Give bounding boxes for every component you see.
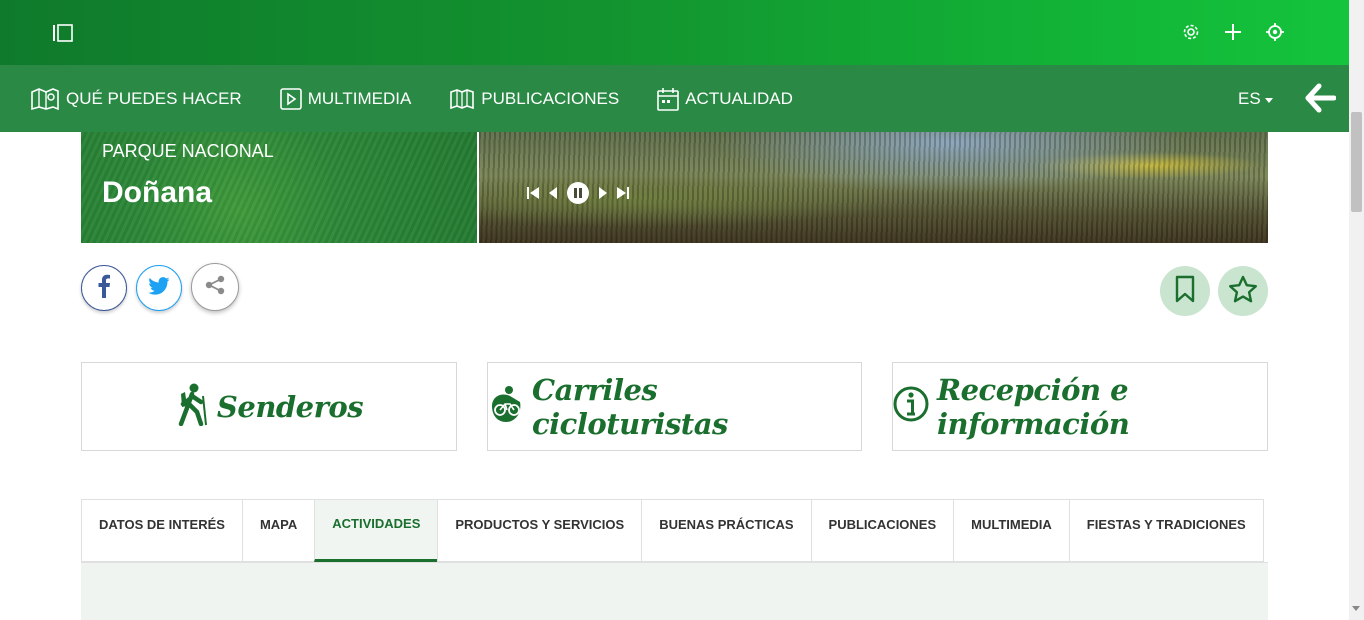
card-carriles-cicloturistas[interactable]: Carriles cicloturistas [487,362,862,451]
scrollbar-track[interactable] [1349,0,1364,620]
caret-down-icon [1264,97,1273,103]
nav-actualidad[interactable]: ACTUALIDAD [657,87,793,111]
bicycle-icon [488,382,524,431]
language-label: ES [1238,89,1261,108]
bookmark-icon [1174,275,1196,308]
sidebar-toggle-icon[interactable] [52,24,74,42]
tab-actividades[interactable]: ACTIVIDADES [314,499,438,562]
nav-item-label: PUBLICACIONES [481,88,620,108]
language-selector[interactable]: ES [1238,89,1273,109]
card-recepcion-informacion[interactable]: Recepción e información [892,362,1268,451]
hero-banner: PARQUE NACIONAL Doñana [81,132,1268,243]
tab-mapa[interactable]: MAPA [241,499,315,562]
calendar-icon [657,87,680,111]
page: QUÉ PUEDES HACER MULTIMEDIA PUBLICACIONE… [0,0,1364,620]
scroll-down-arrow-icon[interactable] [1352,606,1360,611]
nav-item-label: QUÉ PUEDES HACER [66,88,242,108]
hero-subtitle: PARQUE NACIONAL [102,141,274,161]
card-label: Carriles cicloturistas [532,372,728,441]
nav-que-puedes-hacer[interactable]: QUÉ PUEDES HACER [30,87,242,111]
main-nav: QUÉ PUEDES HACER MULTIMEDIA PUBLICACIONE… [0,65,1349,132]
info-icon [893,384,929,429]
nav-item-label: ACTUALIDAD [685,88,793,108]
settings-gear-icon[interactable] [1181,22,1201,42]
map-icon [30,87,60,111]
skip-forward-icon[interactable] [616,186,630,205]
tab-datos-de-interes[interactable]: DATOS DE INTERÉS [81,499,242,562]
tab-publicaciones[interactable]: PUBLICACIONES [810,499,954,562]
tab-buenas-practicas[interactable]: BUENAS PRÁCTICAS [641,499,811,562]
share-more-button[interactable] [191,263,239,311]
share-icon [204,274,226,301]
tab-productos-y-servicios[interactable]: PRODUCTOS Y SERVICIOS [437,499,642,562]
slider-controls [526,181,630,210]
pause-icon[interactable] [566,181,590,210]
next-icon[interactable] [598,186,608,205]
top-bar [0,0,1349,65]
previous-icon[interactable] [548,186,558,205]
share-facebook-button[interactable] [81,265,127,311]
tab-multimedia[interactable]: MULTIMEDIA [953,499,1069,562]
nav-publicaciones[interactable]: PUBLICACIONES [449,88,619,110]
plus-icon[interactable] [1223,22,1243,42]
book-icon [449,88,475,110]
bookmark-button[interactable] [1160,266,1210,316]
hiker-icon [175,382,209,431]
twitter-icon [148,276,170,300]
star-icon [1228,275,1258,308]
card-senderos[interactable]: Senderos [81,362,457,451]
card-label: Recepción e información [937,372,1130,441]
locate-target-icon[interactable] [1265,22,1285,42]
hero-title: Doñana [102,176,213,209]
tab-bar: DATOS DE INTERÉS MAPA ACTIVIDADES PRODUC… [81,499,1264,562]
favorite-button[interactable] [1218,266,1268,316]
play-icon [279,87,302,110]
back-arrow-icon[interactable] [1304,83,1337,113]
nav-item-label: MULTIMEDIA [307,88,412,108]
scrollbar-thumb[interactable] [1351,112,1362,212]
card-label: Senderos [216,389,364,424]
top-bar-actions [1181,22,1285,42]
facebook-icon [97,274,111,303]
share-twitter-button[interactable] [136,265,182,311]
tab-content-panel [81,562,1268,620]
nav-multimedia[interactable]: MULTIMEDIA [279,87,412,110]
skip-back-icon[interactable] [526,186,540,205]
tab-fiestas-y-tradiciones[interactable]: FIESTAS Y TRADICIONES [1068,499,1264,562]
